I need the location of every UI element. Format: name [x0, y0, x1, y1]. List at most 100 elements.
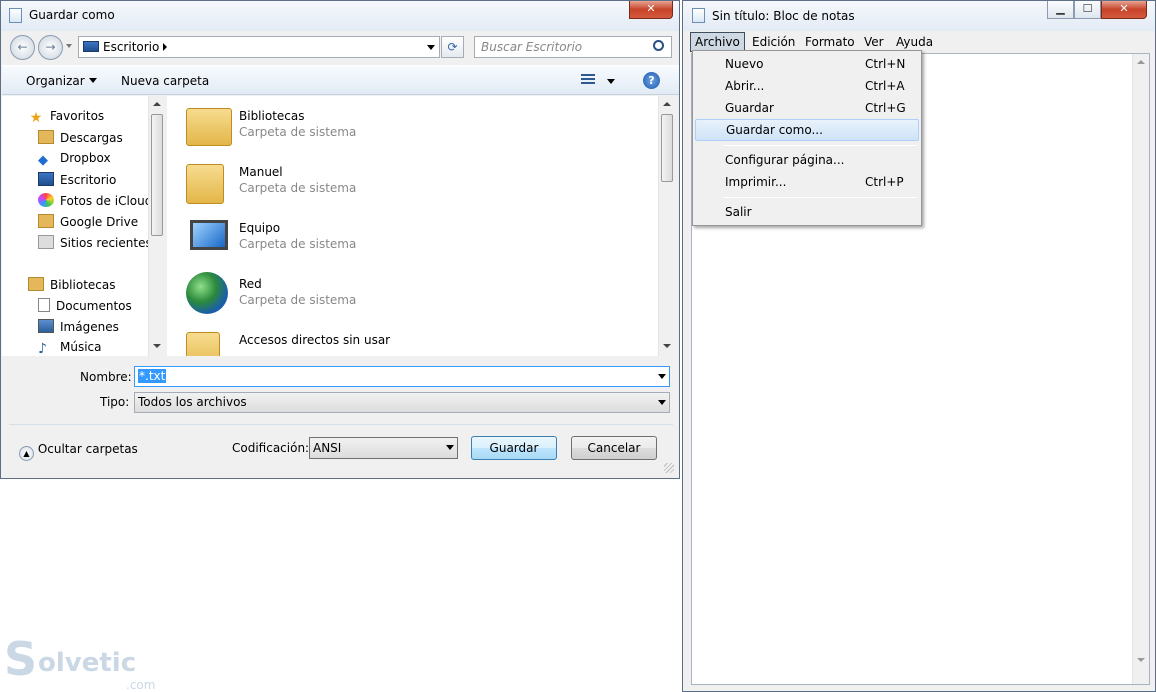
chevron-down-icon[interactable] — [658, 400, 666, 405]
watermark-logo: S olvetic .com — [2, 632, 162, 692]
maximize-button[interactable]: ☐ — [1074, 1, 1101, 19]
save-as-dialog: Guardar como ✕ ← → Escritorio ⟳ Buscar E… — [0, 0, 680, 479]
view-options-icon[interactable] — [581, 74, 595, 86]
list-item[interactable]: Accesos directos sin usar — [186, 328, 656, 356]
scroll-up-arrow-icon[interactable] — [153, 102, 161, 106]
menu-item-guardar[interactable]: Guardar Ctrl+G — [695, 97, 919, 119]
cancel-button[interactable]: Cancelar — [571, 436, 657, 460]
sidebar-item-descargas[interactable]: Descargas — [38, 130, 123, 145]
navigation-pane: ★ Favoritos Descargas ◆ Dropbox Escritorio… — [2, 96, 165, 356]
desktop-icon — [38, 172, 54, 186]
libraries-folder-icon — [186, 108, 232, 146]
collapse-up-icon: ▲ — [19, 446, 34, 461]
back-button[interactable]: ← — [10, 35, 35, 60]
scroll-down-arrow-icon[interactable] — [663, 344, 671, 348]
search-input[interactable]: Buscar Escritorio — [481, 40, 582, 54]
file-type-select[interactable]: Todos los archivos — [134, 392, 670, 413]
favorites-header[interactable]: ★ Favoritos — [28, 109, 104, 125]
menu-archivo[interactable]: Archivo — [690, 32, 745, 52]
menu-item-guardar-como[interactable]: Guardar como... — [695, 119, 919, 141]
sidebar-item-dropbox[interactable]: ◆ Dropbox — [38, 151, 111, 168]
sidebar-item-google-drive[interactable]: Google Drive — [38, 214, 138, 229]
notepad-titlebar[interactable]: Sin título: Bloc de notas ▁ ☐ ✕ — [683, 1, 1155, 31]
organize-menu[interactable]: Organizar — [26, 74, 97, 88]
filename-field[interactable]: *.txt — [134, 366, 670, 387]
notepad-icon — [692, 8, 705, 23]
scrollbar-thumb[interactable] — [151, 114, 163, 236]
file-list: Bibliotecas Carpeta de sistema Manuel Ca… — [167, 96, 675, 356]
notepad-title: Sin título: Bloc de notas — [712, 9, 855, 23]
libraries-header[interactable]: Bibliotecas — [28, 277, 115, 292]
scroll-up-arrow-icon[interactable] — [663, 102, 671, 106]
refresh-button[interactable]: ⟳ — [441, 36, 464, 58]
text-scrollbar[interactable] — [1132, 54, 1149, 684]
search-icon[interactable] — [653, 40, 664, 51]
view-dropdown-icon[interactable] — [607, 79, 615, 84]
list-item[interactable]: Red Carpeta de sistema — [186, 272, 656, 322]
minimize-button[interactable]: ▁ — [1047, 1, 1074, 19]
menu-edicion[interactable]: Edición — [752, 32, 795, 52]
sidebar-item-icloud[interactable]: Fotos de iCloud — [38, 193, 152, 208]
downloads-folder-icon — [38, 130, 54, 144]
watermark-brand: olvetic — [38, 648, 137, 678]
chevron-down-icon[interactable] — [658, 374, 666, 379]
breadcrumb-chevron-icon[interactable] — [163, 43, 167, 51]
sidebar-item-imagenes[interactable]: Imágenes — [38, 319, 119, 334]
hide-folders-label: Ocultar carpetas — [37, 442, 138, 456]
computer-icon — [190, 220, 228, 250]
scroll-down-arrow-icon[interactable] — [1137, 658, 1145, 662]
organize-label: Organizar — [26, 74, 85, 88]
navigation-scrollbar[interactable] — [148, 96, 165, 356]
address-location[interactable]: Escritorio — [103, 40, 159, 54]
menu-ayuda[interactable]: Ayuda — [896, 32, 933, 52]
star-icon: ★ — [29, 110, 43, 126]
bottom-separator — [9, 424, 673, 425]
dialog-titlebar[interactable]: Guardar como ✕ — [1, 1, 679, 31]
encoding-select[interactable]: ANSI — [309, 437, 458, 459]
address-dropdown-icon[interactable] — [427, 45, 435, 50]
resize-grip-icon[interactable] — [664, 463, 674, 473]
scroll-down-arrow-icon[interactable] — [153, 344, 161, 348]
sidebar-item-documentos[interactable]: Documentos — [38, 298, 132, 313]
forward-button[interactable]: → — [38, 35, 63, 60]
close-button[interactable]: ✕ — [1101, 1, 1147, 19]
file-type-value: Todos los archivos — [138, 395, 247, 409]
file-list-scrollbar[interactable] — [658, 96, 675, 356]
desktop-icon — [83, 41, 99, 52]
history-dropdown[interactable] — [66, 44, 72, 48]
menu-ver[interactable]: Ver — [864, 32, 884, 52]
menu-bar: Archivo Edición Formato Ver Ayuda — [689, 32, 1149, 52]
filename-value[interactable]: *.txt — [138, 369, 167, 383]
search-box[interactable]: Buscar Escritorio — [474, 36, 672, 58]
menu-item-salir[interactable]: Salir — [695, 201, 919, 223]
user-folder-icon — [186, 164, 224, 204]
scroll-up-arrow-icon[interactable] — [1137, 60, 1145, 64]
scrollbar-thumb[interactable] — [661, 114, 673, 182]
menu-item-imprimir[interactable]: Imprimir... Ctrl+P — [695, 171, 919, 193]
help-icon[interactable]: ? — [643, 72, 660, 89]
file-menu: Nuevo Ctrl+N Abrir... Ctrl+A Guardar Ctrl+G… — [692, 50, 922, 226]
menu-formato[interactable]: Formato — [805, 32, 855, 52]
hide-folders-button[interactable]: ▲ Ocultar carpetas — [19, 442, 138, 461]
new-folder-button[interactable]: Nueva carpeta — [121, 74, 209, 88]
close-button[interactable]: ✕ — [629, 1, 673, 19]
libraries-icon — [28, 277, 44, 291]
watermark-s-icon: S — [4, 632, 38, 686]
save-button[interactable]: Guardar — [471, 436, 557, 460]
sidebar-item-musica[interactable]: ♪ Música — [38, 340, 102, 356]
chevron-down-icon[interactable] — [446, 445, 454, 450]
menu-item-abrir[interactable]: Abrir... Ctrl+A — [695, 75, 919, 97]
sidebar-item-escritorio[interactable]: Escritorio — [38, 172, 116, 187]
icloud-photos-icon — [38, 193, 54, 207]
menu-item-configurar-pagina[interactable]: Configurar página... — [695, 149, 919, 171]
sidebar-item-sitios-recientes[interactable]: Sitios recientes — [38, 235, 152, 250]
dropbox-icon: ◆ — [38, 153, 48, 168]
list-item[interactable]: Manuel Carpeta de sistema — [186, 160, 656, 210]
google-drive-folder-icon — [38, 214, 54, 228]
list-item[interactable]: Bibliotecas Carpeta de sistema — [186, 104, 656, 154]
menu-item-nuevo[interactable]: Nuevo Ctrl+N — [695, 53, 919, 75]
pictures-icon — [38, 319, 54, 333]
menu-separator — [723, 145, 917, 146]
address-bar[interactable]: Escritorio — [78, 36, 440, 58]
list-item[interactable]: Equipo Carpeta de sistema — [186, 216, 656, 266]
